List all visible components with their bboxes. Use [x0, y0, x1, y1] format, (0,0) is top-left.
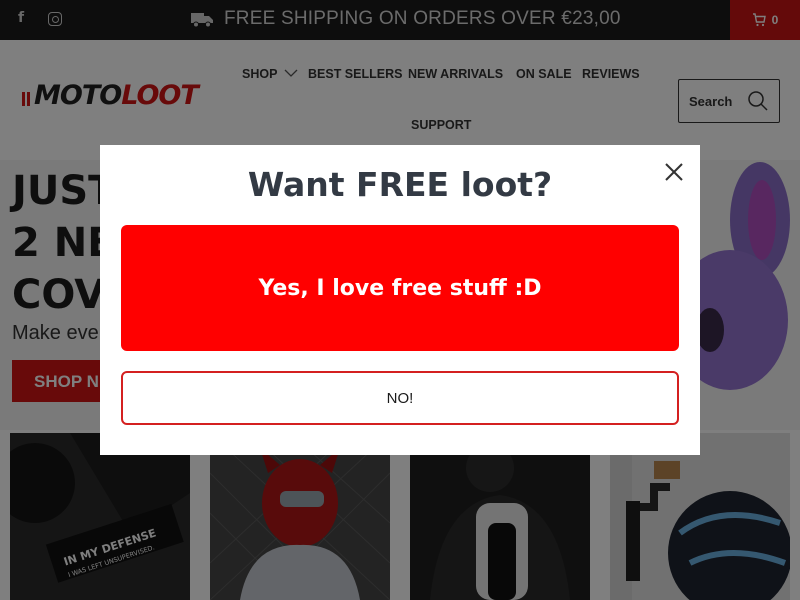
- yes-free-loot-button[interactable]: Yes, I love free stuff :D: [121, 225, 679, 351]
- promo-popup: Want FREE loot? Yes, I love free stuff :…: [100, 145, 700, 455]
- no-thanks-button[interactable]: NO!: [121, 371, 679, 425]
- close-icon[interactable]: [662, 160, 686, 184]
- popup-title: Want FREE loot?: [247, 165, 553, 204]
